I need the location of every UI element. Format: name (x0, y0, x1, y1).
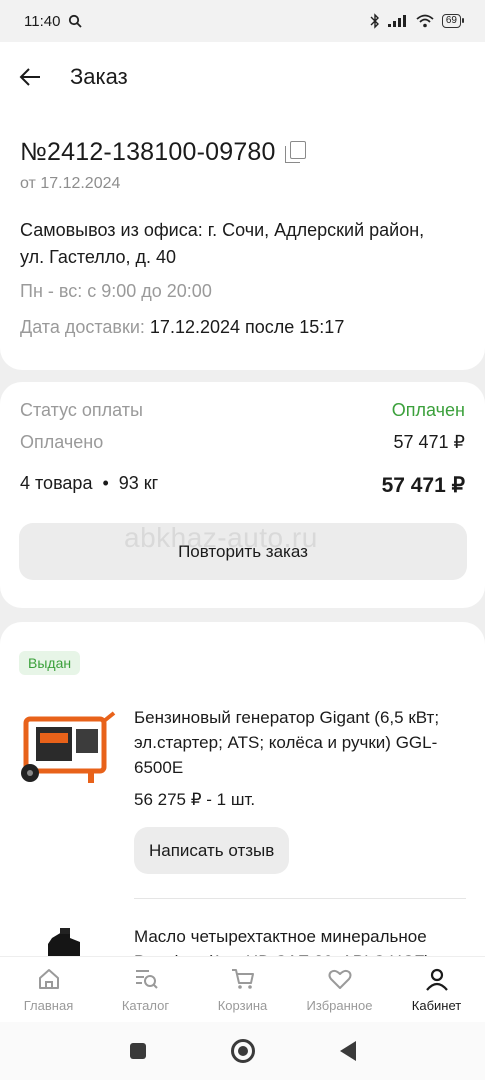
nav-home-label: Главная (23, 998, 74, 1013)
payment-card: Статус оплаты Оплачен Оплачено 57 471 ₽ … (0, 382, 485, 608)
payment-status-row: Статус оплаты Оплачен (20, 400, 465, 421)
product-price: 56 275 ₽ - 1 шт. (134, 790, 256, 809)
generator-image[interactable] (18, 707, 118, 789)
system-nav-bar (0, 1022, 485, 1080)
paid-row: Оплачено 57 471 ₽ (20, 432, 465, 453)
wifi-icon (416, 14, 434, 28)
cart-icon (231, 969, 254, 989)
copy-icon[interactable] (284, 140, 306, 165)
nav-cart-label: Корзина (217, 998, 268, 1013)
catalog-icon (135, 970, 158, 989)
status-bar: 11:40 69 (0, 0, 485, 42)
nav-favorites-label: Избранное (306, 998, 373, 1013)
nav-profile-label: Кабинет (411, 998, 462, 1013)
order-summary-label: 4 товара • 93 кг (20, 473, 159, 493)
delivery-value: 17.12.2024 после 15:17 (149, 317, 345, 337)
order-number-row: №2412-138100-09780 (20, 138, 306, 167)
profile-icon (425, 968, 448, 991)
paid-value: 57 471 ₽ (393, 432, 465, 452)
home-icon (38, 969, 59, 989)
home-system-icon[interactable] (230, 1039, 255, 1063)
status-badge: Выдан (19, 651, 81, 675)
arrow-left-icon (19, 68, 40, 86)
order-date: от 17.12.2024 (20, 175, 121, 192)
status-time: 11:40 (24, 12, 61, 30)
order-summary-row: 4 товара • 93 кг 57 471 ₽ (20, 473, 465, 498)
back-system-icon[interactable] (339, 1041, 356, 1061)
bottom-nav: Главная Каталог Корзина Избранное Кабине… (0, 956, 485, 1022)
recents-icon[interactable] (129, 1043, 146, 1059)
battery-icon: 69 (441, 14, 465, 28)
order-number: №2412-138100-09780 (20, 138, 276, 166)
working-hours: Пн - вс: с 9:00 до 20:00 (20, 281, 212, 301)
paid-label: Оплачено (20, 432, 104, 452)
page-title: Заказ (70, 64, 128, 89)
payment-status-value: Оплачен (391, 400, 465, 420)
divider (134, 898, 466, 899)
product-title[interactable]: Бензиновый генератор Gigant (6,5 кВт; эл… (134, 705, 474, 780)
heart-icon (328, 969, 351, 989)
bluetooth-icon (370, 13, 379, 29)
nav-catalog[interactable]: Каталог (97, 957, 194, 1022)
delivery-label: Дата доставки: (20, 317, 150, 337)
signal-icon (387, 15, 406, 27)
pickup-address: Самовывоз из офиса: г. Сочи, Адлерский р… (20, 220, 425, 267)
search-status-icon (69, 14, 83, 28)
write-review-button[interactable]: Написать отзыв (134, 827, 290, 874)
order-info-card: №2412-138100-09780 от 17.12.2024 Самовыв… (0, 100, 485, 370)
nav-home[interactable]: Главная (0, 957, 97, 1022)
delivery-date: Дата доставки: 17.12.2024 после 15:17 (20, 317, 344, 338)
nav-cart[interactable]: Корзина (194, 957, 291, 1022)
nav-profile[interactable]: Кабинет (388, 957, 485, 1022)
payment-status-label: Статус оплаты (20, 400, 143, 420)
nav-catalog-label: Каталог (121, 998, 170, 1013)
nav-favorites[interactable]: Избранное (291, 957, 388, 1022)
repeat-order-button[interactable]: Повторить заказ (19, 523, 467, 580)
order-total: 57 471 ₽ (381, 474, 465, 497)
